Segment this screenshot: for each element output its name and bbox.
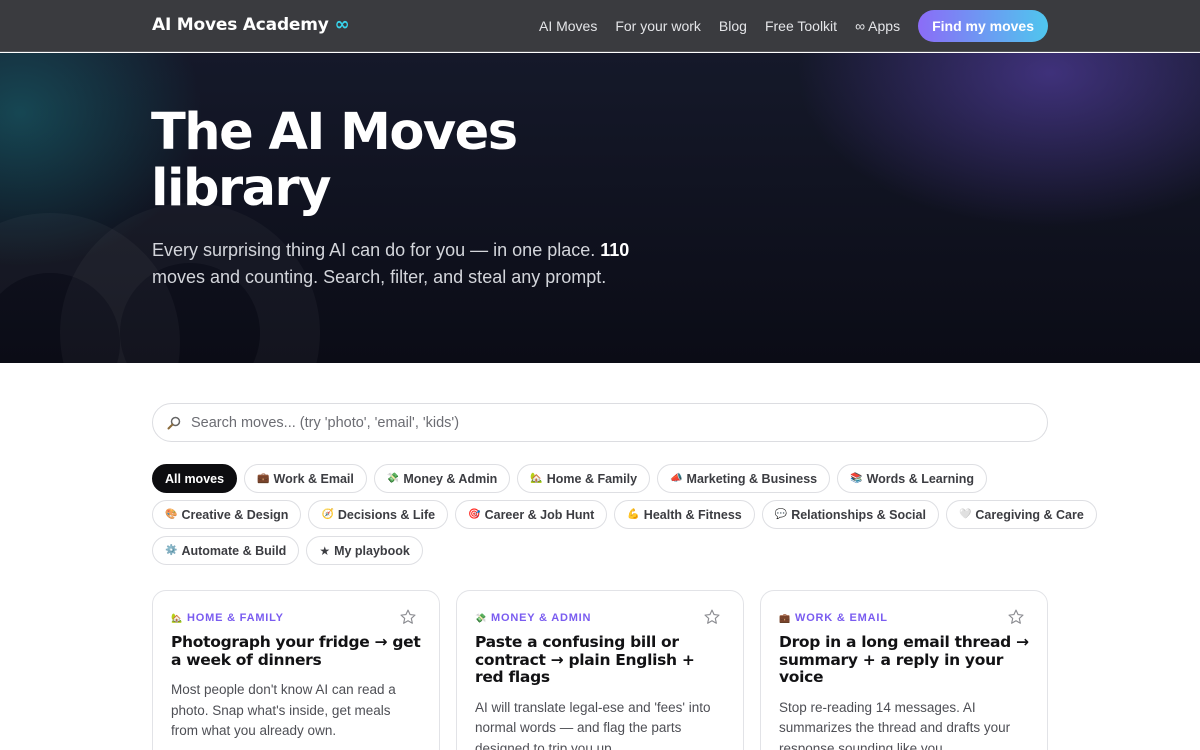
money-icon: 💸 [475,612,488,623]
target-icon: 🎯 [468,509,481,520]
filter-work-email[interactable]: 💼 Work & Email [244,464,367,493]
card-category-label: MONEY & ADMIN [491,612,592,624]
star-icon[interactable] [1007,608,1025,626]
filter-marketing-business[interactable]: 📣 Marketing & Business [657,464,831,493]
infinity-icon: ∞ [334,14,350,35]
moves-count: 110 [600,240,630,260]
search-icon [167,416,181,429]
search-input[interactable] [191,414,1011,431]
filter-label: Creative & Design [181,507,289,522]
filter-automate-build[interactable]: ⚙️ Automate & Build [152,536,300,565]
gear-icon: ⚙️ [165,545,178,556]
house-icon: 🏡 [530,473,543,484]
card-title: Photograph your fridge → get a week of d… [171,633,421,669]
filter-label: Decisions & Life [337,507,436,522]
briefcase-icon: 💼 [257,473,270,484]
briefcase-icon: 💼 [779,612,792,623]
card-description: Most people don't know AI can read a pho… [171,682,396,738]
filter-my-playbook[interactable]: ★ My playbook [306,536,423,565]
hero-subtitle-pre: Every surprising thing AI can do for you… [152,240,596,260]
filter-words-learning[interactable]: 📚 Words & Learning [837,464,987,493]
card-category: 💸 MONEY & ADMIN [475,612,725,624]
top-nav: AI Moves Academy ∞ AI Moves For your wor… [0,0,1200,52]
muscle-icon: 💪 [627,509,640,520]
card-category: 💼 WORK & EMAIL [779,612,1029,624]
heart-icon: 🤍 [958,509,972,520]
speech-bubble-icon: 💬 [774,509,788,520]
star-icon[interactable] [399,608,417,626]
card-title: Drop in a long email thread → summary + … [779,633,1029,686]
filter-row: 🎨 Creative & Design 🧭 Decisions & Life 🎯 Ca… [152,500,1097,529]
palette-icon: 🎨 [165,509,178,520]
nav-link-apps[interactable]: ∞ Apps [855,18,900,34]
filter-decisions-life[interactable]: 🧭 Decisions & Life [308,500,449,529]
search-bar[interactable] [152,403,1048,442]
filter-label: Work & Email [273,471,354,486]
move-card[interactable]: 💸 MONEY & ADMIN Paste a confusing bill or… [456,590,744,750]
filter-creative-design[interactable]: 🎨 Creative & Design [152,500,302,529]
filter-all-moves[interactable]: All moves [152,464,238,493]
page-title: The AI Moves library [151,105,671,217]
filter-label: Money & Admin [403,471,498,486]
page-title-line-2: library [151,159,331,218]
move-card[interactable]: 🏡 HOME & FAMILY Photograph your fridge → … [152,590,440,750]
megaphone-icon: 📣 [670,473,683,484]
filter-row: All moves 💼 Work & Email 💸 Money & Admin 🏡… [152,464,1052,493]
card-description: AI will translate legal-ese and 'fees' i… [475,699,711,750]
card-category: 🏡 HOME & FAMILY [171,612,421,624]
compass-icon: 🧭 [321,509,334,520]
nav-link-free-toolkit[interactable]: Free Toolkit [765,18,837,34]
move-card[interactable]: 💼 WORK & EMAIL Drop in a long email threa… [760,590,1048,750]
hero-section: The AI Moves library Every surprising th… [0,53,1200,363]
star-icon: ★ [319,543,331,558]
hero-subtitle: Every surprising thing AI can do for you… [152,237,652,291]
filter-label: My playbook [334,543,410,558]
filter-label: All moves [165,471,225,486]
nav-link-for-your-work[interactable]: For your work [615,18,701,34]
filter-label: Marketing & Business [686,471,818,486]
nav-link-blog[interactable]: Blog [719,18,747,34]
page-title-line-1: The AI Moves [151,103,518,162]
star-icon[interactable] [703,608,721,626]
filter-money-admin[interactable]: 💸 Money & Admin [373,464,511,493]
house-icon: 🏡 [171,612,184,623]
filter-label: Words & Learning [866,471,974,486]
money-icon: 💸 [386,473,400,484]
card-category-label: WORK & EMAIL [795,612,888,624]
find-my-moves-button[interactable]: Find my moves [918,10,1048,42]
hero-subtitle-post: moves and counting. Search, filter, and … [152,267,607,287]
filter-health-fitness[interactable]: 💪 Health & Fitness [614,500,755,529]
filter-label: Career & Job Hunt [484,507,595,522]
nav-link-ai-moves[interactable]: AI Moves [539,18,597,34]
filter-home-family[interactable]: 🏡 Home & Family [517,464,651,493]
filter-career-job-hunt[interactable]: 🎯 Career & Job Hunt [455,500,608,529]
filter-label: Health & Fitness [643,507,742,522]
filter-label: Automate & Build [181,543,287,558]
category-filters: All moves 💼 Work & Email 💸 Money & Admin 🏡… [152,464,1097,572]
books-icon: 📚 [850,473,863,484]
nav-links: AI Moves For your work Blog Free Toolkit… [521,10,1048,42]
brand-logo[interactable]: AI Moves Academy ∞ [152,14,350,35]
card-title: Paste a confusing bill or contract → pla… [475,633,695,686]
brand-name: AI Moves Academy [152,14,329,35]
card-description: Stop re-reading 14 messages. AI summariz… [779,699,1011,750]
filter-label: Home & Family [546,471,638,486]
filter-label: Relationships & Social [791,507,926,522]
filter-relationships-social[interactable]: 💬 Relationships & Social [761,500,939,529]
filter-label: Caregiving & Care [975,507,1084,522]
filter-caregiving-care[interactable]: 🤍 Caregiving & Care [945,500,1097,529]
card-category-label: HOME & FAMILY [187,612,284,624]
filter-row: ⚙️ Automate & Build ★ My playbook [152,536,1052,565]
